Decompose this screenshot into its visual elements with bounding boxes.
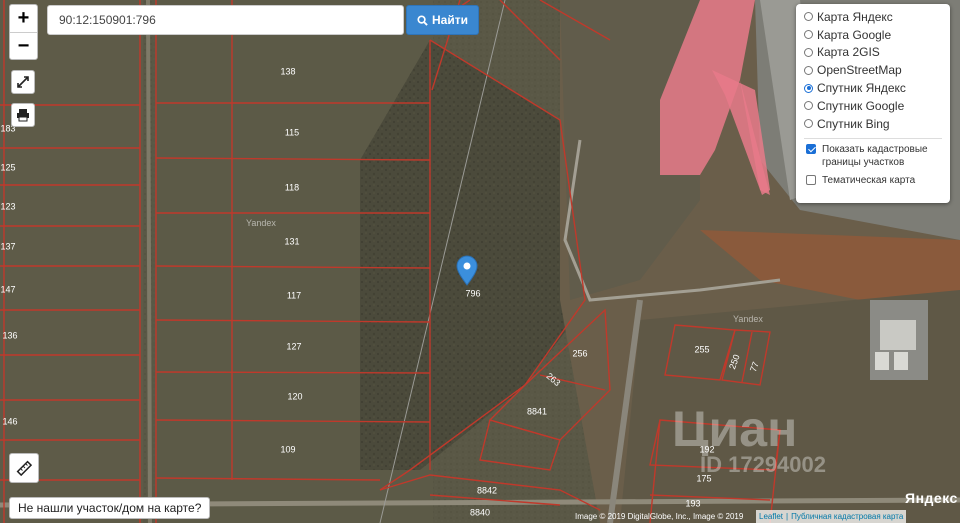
svg-text:109: 109: [280, 444, 295, 454]
svg-text:118: 118: [285, 182, 299, 192]
search-button-label: Найти: [432, 13, 468, 27]
layer-option-bing-satellite[interactable]: Спутник Bing: [804, 115, 942, 133]
svg-text:8841: 8841: [527, 406, 547, 416]
toggle-cadastral-boundaries[interactable]: Показать кадастровые границы участков: [804, 143, 942, 169]
layer-option-2gis-map[interactable]: Карта 2GIS: [804, 44, 942, 62]
radio-selected-icon[interactable]: [804, 83, 813, 93]
radio-icon[interactable]: [804, 65, 813, 75]
svg-text:137: 137: [0, 241, 15, 251]
svg-text:255: 255: [694, 344, 709, 354]
attribution-separator: |: [786, 512, 789, 521]
layer-option-google-satellite[interactable]: Спутник Google: [804, 97, 942, 115]
svg-text:131: 131: [284, 236, 299, 246]
svg-text:117: 117: [287, 290, 301, 300]
svg-text:123: 123: [0, 201, 15, 211]
svg-text:120: 120: [287, 391, 302, 401]
layer-option-google-map[interactable]: Карта Google: [804, 26, 942, 44]
building-small: [875, 352, 889, 370]
radio-icon[interactable]: [804, 119, 813, 129]
cadastral-link[interactable]: Публичная кадастровая карта: [791, 512, 903, 521]
layer-option-osm[interactable]: OpenStreetMap: [804, 61, 942, 79]
svg-text:8842: 8842: [477, 485, 497, 495]
cian-watermark: Циан: [672, 401, 798, 457]
printer-icon: [17, 109, 29, 122]
ruler-button[interactable]: [9, 453, 39, 483]
svg-text:147: 147: [0, 284, 15, 294]
checkbox-icon[interactable]: [806, 174, 816, 185]
zoom-in-button[interactable]: +: [10, 5, 37, 33]
svg-text:136: 136: [2, 330, 17, 340]
radio-icon[interactable]: [804, 12, 813, 22]
svg-text:125: 125: [0, 162, 15, 172]
layer-option-yandex-map[interactable]: Карта Яндекс: [804, 8, 942, 26]
radio-icon[interactable]: [804, 47, 813, 57]
toggle-thematic-map[interactable]: Тематическая карта: [804, 174, 942, 187]
cadastral-search-input[interactable]: 90:12:150901:796: [47, 5, 404, 35]
cian-id-watermark: ID 17294002: [700, 452, 826, 477]
divider: [804, 137, 942, 139]
yandex-watermark-small: Yandex: [246, 218, 276, 228]
search-button[interactable]: Найти: [406, 5, 479, 35]
fullscreen-button[interactable]: [11, 70, 35, 94]
svg-text:193: 193: [685, 498, 700, 508]
attribution-links: Leaflet | Публичная кадастровая карта: [756, 510, 907, 523]
imagery-attribution: Image © 2019 DigitalGlobe, Inc., Image ©…: [575, 512, 744, 521]
leaflet-link[interactable]: Leaflet: [759, 512, 783, 521]
building-small-2: [894, 352, 908, 370]
radio-icon[interactable]: [804, 101, 813, 111]
fullscreen-icon: [17, 76, 29, 88]
svg-text:138: 138: [280, 66, 295, 76]
ruler-icon: [16, 460, 32, 476]
checkbox-checked-icon[interactable]: [806, 143, 816, 154]
search-icon: [417, 14, 428, 26]
print-button[interactable]: [11, 103, 35, 127]
zoom-out-button[interactable]: −: [10, 33, 37, 60]
yandex-logo: Яндекс: [905, 490, 958, 506]
svg-text:146: 146: [2, 416, 17, 426]
road-left: [146, 0, 152, 523]
not-found-button[interactable]: Не нашли участок/дом на карте?: [9, 497, 211, 519]
svg-text:256: 256: [572, 348, 587, 358]
zoom-control: + −: [9, 4, 38, 60]
svg-text:115: 115: [285, 127, 299, 137]
svg-text:796: 796: [465, 288, 480, 298]
layer-switcher: Карта Яндекс Карта Google Карта 2GIS Ope…: [796, 4, 950, 203]
svg-text:8840: 8840: [470, 507, 490, 517]
layer-option-yandex-satellite[interactable]: Спутник Яндекс: [804, 79, 942, 97]
building: [880, 320, 916, 350]
yandex-watermark-small-2: Yandex: [733, 314, 763, 324]
radio-icon[interactable]: [804, 30, 813, 40]
svg-text:127: 127: [286, 341, 301, 351]
